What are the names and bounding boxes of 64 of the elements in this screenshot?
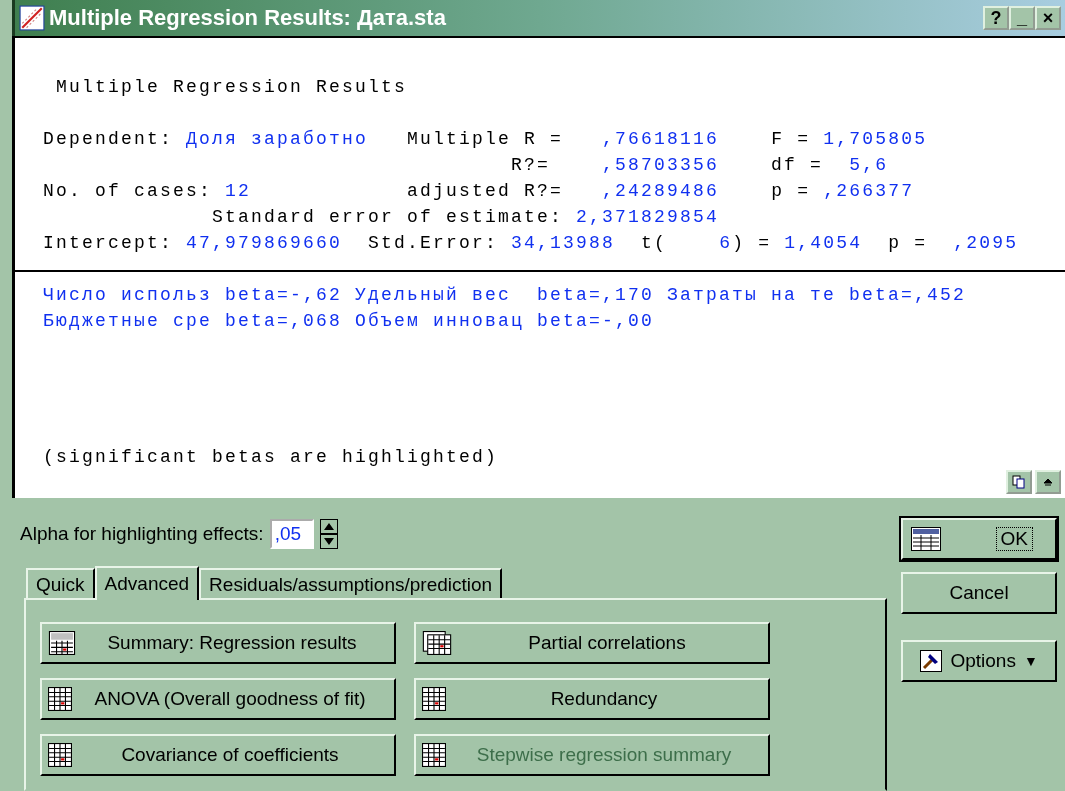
beta-text: Число использ beta=-,62 Удельный вес beta=,170 Затраты на те beta=,452 xyxy=(43,285,967,305)
result-text: Dependent: xyxy=(43,129,175,149)
table-icon xyxy=(48,743,72,767)
result-text: p = xyxy=(887,233,929,253)
beta-text: Бюджетные сре beta=,068 Объем инновац beta=-,00 xyxy=(43,311,655,331)
result-text: ,2095 xyxy=(953,233,1019,253)
window-control-button[interactable]: _ xyxy=(1009,6,1035,30)
scroll-up-button[interactable] xyxy=(1035,470,1061,494)
dialog-button[interactable]: OK xyxy=(901,518,1057,560)
tables-icon xyxy=(422,631,452,655)
result-text: p = xyxy=(770,181,812,201)
dialog-button[interactable]: Cancel xyxy=(901,572,1057,614)
result-text: t( xyxy=(640,233,669,253)
result-text: Multiple R = xyxy=(406,129,565,149)
result-text: No. of cases: xyxy=(43,181,214,201)
window-title: Multiple Regression Results: Дата.sta xyxy=(49,5,447,31)
result-text: Std.Error: xyxy=(367,233,500,253)
action-button[interactable]: Partial correlations xyxy=(414,622,770,664)
result-text: 47,979869660 xyxy=(186,233,343,253)
result-text: ,24289486 xyxy=(602,181,720,201)
result-text: 34,13988 xyxy=(511,233,616,253)
dialog-button[interactable]: Options ▼ xyxy=(901,640,1057,682)
result-text: 1,4054 xyxy=(784,233,863,253)
result-text: 5,6 xyxy=(849,155,889,175)
table-icon xyxy=(48,687,72,711)
result-text: ,266377 xyxy=(823,181,915,201)
action-button[interactable]: Redundancy xyxy=(414,678,770,720)
alpha-field[interactable]: ,05 xyxy=(269,519,314,549)
result-text: ,76618116 xyxy=(602,129,720,149)
copy-icon xyxy=(1012,475,1026,489)
result-text: 2,371829854 xyxy=(576,207,720,227)
action-button[interactable]: Summary: Regression results xyxy=(40,622,396,664)
result-text: Доля заработно xyxy=(186,129,369,149)
hammer-icon xyxy=(920,650,943,672)
spin-arrows-icon xyxy=(319,519,338,549)
tab[interactable]: Residuals/assumptions/prediction xyxy=(199,568,503,598)
result-text: 1,705805 xyxy=(823,129,928,149)
up-arrow-icon xyxy=(1043,477,1053,487)
table-icon xyxy=(422,743,446,767)
result-text: Intercept: xyxy=(43,233,175,253)
result-text: ,58703356 xyxy=(602,155,720,175)
result-text: ) = xyxy=(732,233,773,253)
table-icon xyxy=(422,687,446,711)
result-text: Standard error of estimate: xyxy=(211,207,565,227)
tab[interactable]: Advanced xyxy=(94,566,200,600)
table-icon xyxy=(48,631,76,655)
action-button[interactable]: ANOVA (Overall goodness of fit) xyxy=(40,678,396,720)
tab[interactable]: Quick xyxy=(26,568,95,598)
table-icon xyxy=(911,527,942,551)
alpha-label: Alpha for highlighting effects: xyxy=(20,523,264,545)
chart-icon xyxy=(19,5,45,31)
result-text: 12 xyxy=(225,181,252,201)
copy-button[interactable] xyxy=(1006,470,1032,494)
result-text: Multiple Regression Results xyxy=(55,77,408,97)
window-control-button[interactable]: × xyxy=(1035,6,1061,30)
action-button[interactable]: Covariance of coefficients xyxy=(40,734,396,776)
window-control-button[interactable]: ? xyxy=(983,6,1009,30)
result-text: 6 xyxy=(719,233,733,253)
result-text: adjusted R?= xyxy=(406,181,565,201)
result-text: df = xyxy=(770,155,825,175)
note-text: (significant betas are highlighted) xyxy=(43,447,499,467)
result-text: R?= xyxy=(510,155,552,175)
result-text: F = xyxy=(770,129,812,149)
spin-button[interactable] xyxy=(319,519,338,549)
